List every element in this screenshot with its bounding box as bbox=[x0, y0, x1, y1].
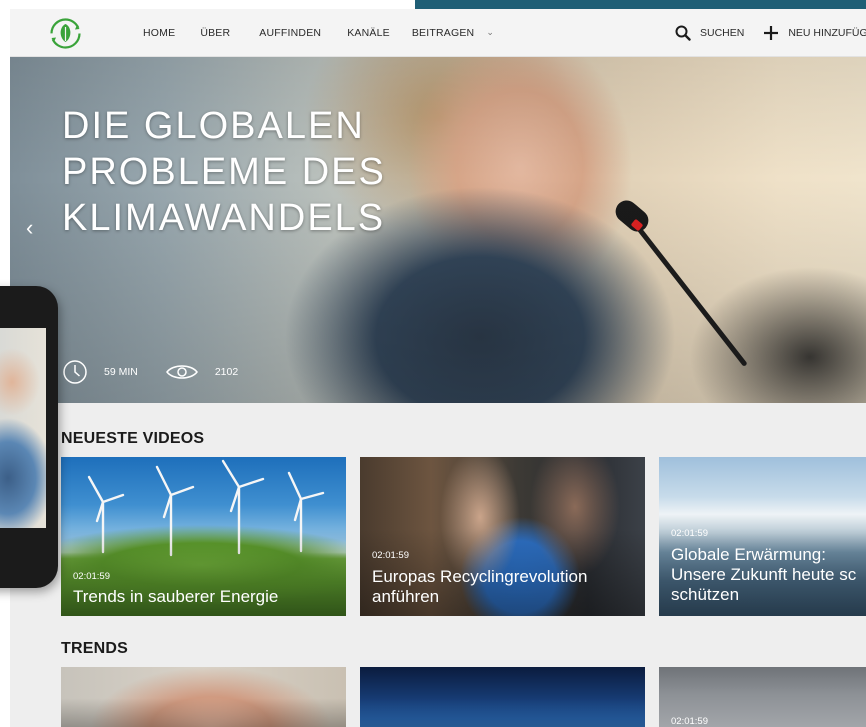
card-title-line: Trends in sauberer Energie bbox=[73, 587, 279, 606]
nav-home[interactable]: HOME bbox=[143, 27, 175, 39]
nav-beitragen-label: BEITRAGEN bbox=[411, 27, 475, 39]
phone-mockup-image bbox=[0, 286, 58, 588]
nav-ueber[interactable]: ÜBER bbox=[200, 27, 230, 39]
plus-icon bbox=[764, 26, 779, 40]
hero-duration: 59 MIN bbox=[104, 366, 138, 378]
add-new-button[interactable]: NEU HINZUFÜGEN bbox=[763, 25, 866, 41]
search-icon bbox=[675, 25, 691, 41]
card-title-line: schützen bbox=[671, 585, 740, 604]
search-label: SUCHEN bbox=[700, 27, 745, 39]
hero-meta: 59 MIN 2102 bbox=[62, 359, 238, 385]
video-card[interactable] bbox=[61, 667, 346, 727]
hero-title: DIE GLOBALEN PROBLEME DES KLIMAWANDELS bbox=[62, 105, 386, 239]
card-title: Trends in sauberer Energie bbox=[73, 587, 278, 607]
card-overlay bbox=[360, 667, 645, 727]
chevron-left-icon[interactable]: ‹ bbox=[26, 215, 33, 241]
video-card[interactable]: 02:01:59 Trends in sauberer Energie bbox=[61, 457, 346, 616]
video-card[interactable] bbox=[360, 667, 645, 727]
nav-beitragen[interactable]: BEITRAGEN ⌄ bbox=[412, 27, 494, 39]
header-tools: SUCHEN NEU HINZUFÜGEN bbox=[675, 9, 866, 57]
card-title: Europas Recyclingrevolution anführen bbox=[372, 567, 587, 607]
recycle-leaf-logo-icon[interactable] bbox=[48, 16, 83, 51]
section-title-trends: TRENDS bbox=[61, 640, 128, 657]
video-card[interactable]: 02:01:59 Globale Erwärmung: Unsere Zukun… bbox=[659, 457, 866, 616]
card-duration: 02:01:59 bbox=[372, 550, 409, 561]
section-title-newest: NEUESTE VIDEOS bbox=[61, 430, 205, 447]
card-title-line: anführen bbox=[372, 587, 440, 606]
card-duration: 02:01:59 bbox=[671, 528, 708, 539]
hero-banner[interactable]: DIE GLOBALEN PROBLEME DES KLIMAWANDELS ‹… bbox=[10, 57, 866, 403]
chevron-down-icon: ⌄ bbox=[486, 27, 495, 37]
card-duration: 02:01:59 bbox=[73, 571, 110, 582]
hero-views: 2102 bbox=[214, 366, 239, 378]
screen: HOME ÜBER AUFFINDEN KANÄLE BEITRAGEN ⌄ SU… bbox=[0, 0, 866, 727]
card-overlay bbox=[61, 667, 346, 727]
main-nav: HOME ÜBER AUFFINDEN KANÄLE BEITRAGEN ⌄ bbox=[143, 9, 494, 57]
add-new-label: NEU HINZUFÜGEN bbox=[788, 27, 866, 39]
nav-auffinden[interactable]: AUFFINDEN bbox=[259, 27, 321, 39]
video-card[interactable]: 02:01:59 Europas Recyclingrevolution anf… bbox=[360, 457, 645, 616]
card-duration: 02:01:59 bbox=[671, 716, 708, 727]
header: HOME ÜBER AUFFINDEN KANÄLE BEITRAGEN ⌄ SU… bbox=[10, 9, 866, 57]
card-title-line: Unsere Zukunft heute sc bbox=[671, 565, 857, 584]
nav-kanaele[interactable]: KANÄLE bbox=[347, 27, 390, 39]
page: HOME ÜBER AUFFINDEN KANÄLE BEITRAGEN ⌄ SU… bbox=[10, 9, 866, 727]
phone-screen-image bbox=[0, 328, 46, 528]
accent-strip bbox=[415, 0, 866, 9]
eye-icon bbox=[165, 365, 198, 379]
card-title-line: Europas Recyclingrevolution bbox=[372, 567, 588, 586]
video-card[interactable]: 02:01:59 bbox=[659, 667, 866, 727]
card-title-line: Globale Erwärmung: bbox=[671, 545, 826, 564]
search-button[interactable]: SUCHEN bbox=[675, 25, 744, 41]
card-title: Globale Erwärmung: Unsere Zukunft heute … bbox=[671, 545, 856, 605]
clock-icon bbox=[63, 360, 87, 384]
